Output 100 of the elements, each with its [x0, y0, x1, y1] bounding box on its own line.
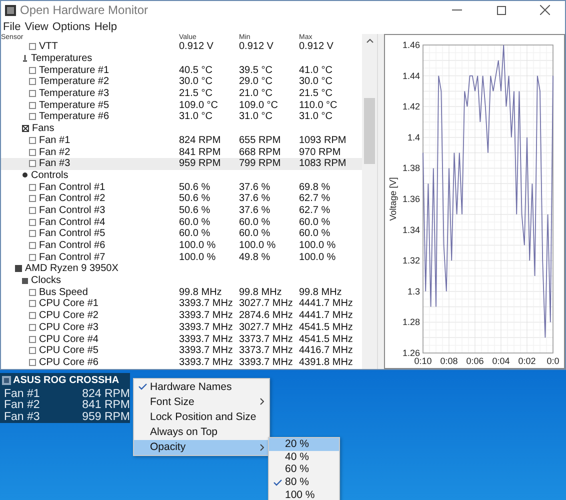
checkbox[interactable]: [29, 195, 36, 202]
x-tick-label: 0:02: [518, 356, 536, 366]
sensor-row[interactable]: Controls: [1, 170, 362, 182]
sensor-row[interactable]: Temperature #3 21.5 °C 21.0 °C 21.5 °C: [1, 88, 362, 100]
sensor-row[interactable]: Fan #2 841 RPM 668 RPM 970 RPM: [1, 146, 362, 158]
sensor-row[interactable]: Temperature #5 109.0 °C 109.0 °C 110.0 °C: [1, 99, 362, 112]
chevron-up-icon[interactable]: [366, 38, 374, 43]
checkbox[interactable]: [29, 336, 36, 343]
sensor-row[interactable]: CPU Core #6 3393.7 MHz 3393.7 MHz 4391.8 MHz: [1, 356, 362, 368]
sensor-row[interactable]: Fans: [1, 122, 362, 134]
x-tick-label: 0:04: [492, 356, 510, 366]
sensor-row[interactable]: Bus Speed 99.8 MHz 99.8 MHz 99.8 MHz: [1, 286, 362, 298]
max-cell-text: 4541.5 MHz: [299, 322, 354, 333]
checkbox[interactable]: [29, 160, 36, 168]
sensor-name: Clocks: [31, 275, 62, 286]
sensor-row[interactable]: Clocks: [1, 274, 362, 286]
scrollbar[interactable]: [362, 34, 378, 369]
menu-option[interactable]: 100 %: [269, 488, 339, 500]
sensor-row[interactable]: Fan Control #4 60.0 % 60.0 % 60.0 %: [1, 216, 362, 228]
menu-option[interactable]: Hardware Names: [134, 379, 269, 394]
menu-option[interactable]: 40 %: [269, 450, 339, 464]
sensor-row[interactable]: Temperature #6 31.0 °C 31.0 °C 31.0 °C: [1, 111, 362, 123]
menu-option[interactable]: 80 %: [269, 476, 339, 488]
checkbox[interactable]: [29, 347, 36, 354]
sensor-row[interactable]: Temperature #2 30.0 °C 29.0 °C 30.0 °C: [1, 76, 362, 88]
checkbox[interactable]: [29, 148, 36, 156]
value-cell-text: 100.0 %: [179, 252, 217, 263]
sensor-row[interactable]: Fan Control #2 50.6 % 37.6 % 62.7 %: [1, 192, 362, 205]
checkbox[interactable]: [29, 254, 36, 261]
menu-item[interactable]: File: [3, 20, 21, 32]
max-cell-text: 0.912 V: [299, 41, 334, 52]
value-cell-text: 824 RPM: [179, 134, 222, 146]
checkbox[interactable]: [29, 90, 36, 98]
value-cell-text: 959 RPM: [179, 158, 222, 170]
checkbox[interactable]: [29, 300, 36, 308]
sensor-name: Fan Control #6: [39, 240, 106, 252]
sensor-name: Fan Control #7: [39, 252, 106, 263]
max-cell-text: 4541.5 MHz: [299, 334, 354, 345]
checkbox[interactable]: [29, 358, 36, 366]
checkbox[interactable]: [29, 324, 36, 331]
checkbox[interactable]: [29, 218, 36, 226]
checkbox[interactable]: [29, 288, 36, 296]
checkbox[interactable]: [29, 78, 36, 86]
menu-option[interactable]: Lock Position and Size: [134, 409, 269, 425]
sensor-row[interactable]: Temperatures: [1, 52, 362, 64]
sensor-row[interactable]: Fan Control #1 50.6 % 37.6 % 69.8 %: [1, 181, 362, 193]
max-cell-text: 1093 RPM: [299, 134, 348, 146]
max-cell-text: 62.7 %: [299, 193, 332, 204]
checkbox[interactable]: [29, 113, 36, 120]
checkbox[interactable]: [29, 230, 36, 238]
menu-option[interactable]: Opacity: [134, 440, 269, 455]
sensor-row[interactable]: CPU Core #5 3393.7 MHz 3373.7 MHz 4416.7 MHz: [1, 344, 362, 357]
checkbox[interactable]: [29, 136, 36, 144]
min-cell-text: 0.912 V: [239, 41, 274, 52]
menu-item[interactable]: View: [24, 20, 48, 32]
value-cell-text: 60.0 %: [179, 228, 212, 240]
checkbox[interactable]: [29, 43, 36, 50]
value-cell-text: 30.0 °C: [179, 76, 214, 88]
scrollbar-thumb[interactable]: [364, 98, 376, 164]
sensor-row[interactable]: Temperature #1 40.5 °C 39.5 °C 41.0 °C: [1, 64, 362, 76]
sensor-row[interactable]: CPU Core #3 3393.7 MHz 3027.7 MHz 4541.5 MHz: [1, 322, 362, 334]
checkbox[interactable]: [29, 102, 36, 109]
menu-item[interactable]: Options: [52, 20, 90, 32]
sensor-row[interactable]: Fan Control #3 50.6 % 37.6 % 62.7 %: [1, 204, 362, 216]
menu-option[interactable]: Font Size: [134, 394, 269, 410]
value-cell-text: 60.0 %: [179, 216, 212, 228]
min-cell-text: 37.6 %: [239, 182, 272, 193]
gadget-sensor-name: Fan #3: [4, 410, 41, 423]
sensor-row[interactable]: Fan #1 824 RPM 655 RPM 1093 RPM: [1, 134, 362, 146]
menu-item[interactable]: Help: [94, 20, 117, 32]
sensor-row[interactable]: Fan #3 959 RPM 799 RPM 1083 RPM: [1, 158, 362, 170]
checkbox[interactable]: [29, 312, 36, 320]
sensor-row[interactable]: CPU Core #2 3393.7 MHz 2874.6 MHz 4441.7 MHz: [1, 310, 362, 322]
checkbox[interactable]: [29, 66, 36, 74]
sensor-row[interactable]: VTT 0.912 V 0.912 V 0.912 V: [1, 41, 362, 53]
checkbox[interactable]: [29, 206, 36, 214]
sensor-row[interactable]: CPU Core #4 3393.7 MHz 3373.7 MHz 4541.5 MHz: [1, 333, 362, 345]
x-tick-label: 0:10: [414, 356, 432, 366]
value-cell-text: 3393.7 MHz: [179, 310, 234, 322]
sensor-name: CPU Core #5: [39, 345, 98, 356]
sensor-row[interactable]: AMD Ryzen 9 3950X: [1, 263, 362, 275]
checkbox[interactable]: [29, 184, 36, 191]
sensor-name: Fans: [32, 123, 54, 134]
gadget-sensor-name: Fan #1: [4, 388, 41, 400]
menu-option[interactable]: 20 %: [269, 438, 339, 451]
checkbox[interactable]: [29, 242, 36, 250]
sensor-name: Fan Control #2: [39, 193, 106, 204]
menu-option[interactable]: 60 %: [269, 463, 339, 476]
menu-option[interactable]: Always on Top: [134, 424, 269, 440]
sensor-row[interactable]: Fan Control #6 100.0 % 100.0 % 100.0 %: [1, 240, 362, 252]
max-cell-text: 4416.7 MHz: [299, 345, 354, 356]
value-cell-text: 50.6 %: [179, 193, 212, 204]
min-cell-text: 21.0 °C: [239, 88, 274, 100]
sensor-row[interactable]: CPU Core #1 3393.7 MHz 3027.7 MHz 4441.7 MHz: [1, 298, 362, 310]
value-cell-text: 0.912 V: [179, 41, 214, 52]
sensor-row[interactable]: Fan Control #7 100.0 % 49.8 % 100.0 %: [1, 251, 362, 264]
min-cell-text: 39.5 °C: [239, 64, 274, 76]
maximize-icon: [496, 6, 506, 14]
min-cell-text: 49.8 %: [239, 252, 272, 263]
sensor-row[interactable]: Fan Control #5 60.0 % 60.0 % 60.0 %: [1, 228, 362, 240]
